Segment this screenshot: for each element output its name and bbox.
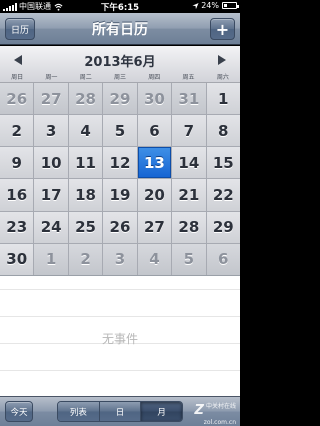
event-divider xyxy=(0,289,240,290)
watermark-line1: 中关村在线 xyxy=(205,403,236,410)
day-cell[interactable]: 25 xyxy=(68,211,103,243)
day-cell[interactable]: 31 xyxy=(172,83,206,115)
day-cell[interactable]: 19 xyxy=(103,179,137,211)
watermark-logo: Z xyxy=(194,403,204,418)
weekday-label: 周四 xyxy=(148,74,161,81)
day-cell[interactable]: 7 xyxy=(172,115,206,147)
day-cell-selected[interactable]: 13 xyxy=(137,147,172,179)
day-cell[interactable]: 1 xyxy=(206,83,240,115)
today-button[interactable]: 今天 xyxy=(5,401,33,422)
day-cell[interactable]: 1 xyxy=(34,243,68,275)
event-divider xyxy=(0,316,240,317)
event-list: 无事件 xyxy=(0,275,240,396)
month-title: 2013年6月 xyxy=(84,55,156,70)
day-cell[interactable]: 26 xyxy=(0,83,34,115)
day-cell[interactable]: 5 xyxy=(172,243,206,275)
day-cell[interactable]: 21 xyxy=(172,179,206,211)
day-cell[interactable]: 29 xyxy=(206,211,240,243)
weekday-label: 周三 xyxy=(113,74,126,81)
day-cell[interactable]: 29 xyxy=(103,83,137,115)
day-cell[interactable]: 12 xyxy=(103,147,137,179)
day-cell[interactable]: 8 xyxy=(206,115,240,147)
day-cell[interactable]: 3 xyxy=(103,243,137,275)
weekday-label: 周六 xyxy=(216,74,229,81)
add-event-button[interactable]: + xyxy=(210,18,235,40)
day-cell[interactable]: 11 xyxy=(68,147,103,179)
day-cell[interactable]: 17 xyxy=(34,179,68,211)
day-cell[interactable]: 14 xyxy=(172,147,206,179)
day-cell[interactable]: 26 xyxy=(103,211,137,243)
view-tab-1[interactable]: 日 xyxy=(99,402,142,421)
view-segmented-control: 列表日月 xyxy=(57,401,183,422)
nav-bar: 日历 所有日历 + xyxy=(0,13,240,45)
weekday-label: 周日 xyxy=(11,74,24,81)
weekday-label: 周一 xyxy=(45,74,58,81)
day-cell[interactable]: 28 xyxy=(68,83,103,115)
day-cell[interactable]: 6 xyxy=(137,115,172,147)
calendar-grid: 26 27 28 29 30 31 1 2 3 4 5 6 7 8 9 10 11 12 13 14 15 16 17 18 1… xyxy=(0,83,240,275)
day-cell[interactable]: 9 xyxy=(0,147,34,179)
day-cell[interactable]: 15 xyxy=(206,147,240,179)
day-cell[interactable]: 18 xyxy=(68,179,103,211)
day-cell[interactable]: 3 xyxy=(34,115,68,147)
day-cell[interactable]: 30 xyxy=(137,83,172,115)
day-cell[interactable]: 5 xyxy=(103,115,137,147)
day-cell[interactable]: 4 xyxy=(137,243,172,275)
watermark: Z 中关村在线 zol.com.cn xyxy=(195,403,236,426)
day-cell[interactable]: 27 xyxy=(34,83,68,115)
status-bar: 中国联通 下午6:15 24% xyxy=(0,0,240,13)
day-cell[interactable]: 6 xyxy=(206,243,240,275)
day-cell[interactable]: 2 xyxy=(68,243,103,275)
day-cell[interactable]: 23 xyxy=(0,211,34,243)
no-events-label: 无事件 xyxy=(101,332,138,346)
weekday-label: 周二 xyxy=(79,74,92,81)
weekday-label: 周五 xyxy=(182,74,195,81)
day-cell[interactable]: 27 xyxy=(137,211,172,243)
day-cell[interactable]: 30 xyxy=(0,243,34,275)
view-tab-0[interactable]: 列表 xyxy=(58,402,100,421)
event-divider xyxy=(0,370,240,371)
day-cell[interactable]: 4 xyxy=(68,115,103,147)
view-tab-2[interactable]: 月 xyxy=(141,402,182,421)
battery-icon xyxy=(222,2,239,9)
day-cell[interactable]: 16 xyxy=(0,179,34,211)
page-title: 所有日历 xyxy=(92,22,148,38)
status-right: 24% xyxy=(192,1,239,10)
day-cell[interactable]: 2 xyxy=(0,115,34,147)
battery-percent: 24% xyxy=(201,1,219,10)
month-header: 2013年6月 周日 周一 周二 周三 周四 周五 周六 xyxy=(0,46,240,83)
location-icon xyxy=(192,2,199,9)
day-cell[interactable]: 20 xyxy=(137,179,172,211)
day-cell[interactable]: 10 xyxy=(34,147,68,179)
day-cell[interactable]: 28 xyxy=(172,211,206,243)
next-month-icon[interactable] xyxy=(218,55,226,65)
watermark-line2: zol.com.cn xyxy=(203,419,236,426)
weekday-row: 周日 周一 周二 周三 周四 周五 周六 xyxy=(0,72,240,81)
bottom-toolbar: 今天 列表日月 Z 中关村在线 zol.com.cn xyxy=(0,396,240,426)
day-cell[interactable]: 24 xyxy=(34,211,68,243)
battery-fill xyxy=(224,4,227,7)
day-cell[interactable]: 22 xyxy=(206,179,240,211)
